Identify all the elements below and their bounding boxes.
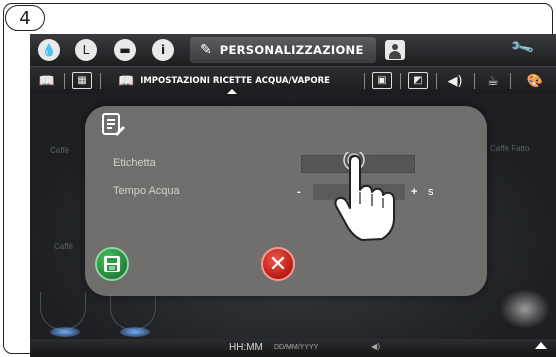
light-flare	[500, 289, 550, 329]
cup-icon[interactable]: ▬	[114, 39, 136, 61]
sub-toolbar: 📖 ▦ 📖 IMPOSTAZIONI RICETTE ACQUA/VAPORE …	[30, 66, 556, 94]
bg-label: Caffè	[54, 242, 73, 251]
bg-label: Caffè Fatto	[490, 144, 530, 153]
cancel-button[interactable]: ✕	[261, 247, 295, 281]
unit-label: s	[428, 186, 434, 198]
book-icon[interactable]: ▦	[72, 72, 92, 89]
separator	[510, 73, 511, 89]
speaker-icon[interactable]: ◀)	[444, 72, 466, 90]
time-display: HH:MM	[229, 342, 263, 353]
tab-personalizzazione[interactable]: ✎ PERSONALIZZAZIONE	[190, 37, 376, 63]
separator	[100, 73, 101, 89]
glow-light	[50, 327, 80, 337]
coffee-pot-icon[interactable]: ☕	[482, 72, 504, 90]
hand-pointer-icon	[334, 152, 395, 241]
etichetta-label: Etichetta	[113, 157, 156, 169]
status-bar: HH:MM DD/MM/YYYY ◀)	[30, 339, 556, 357]
screen-icon[interactable]: ◩	[408, 72, 428, 89]
cup-icon	[40, 292, 86, 330]
cup-icon	[110, 292, 156, 330]
cancel-icon: ✕	[268, 251, 288, 277]
user-icon[interactable]	[385, 40, 405, 60]
top-tab-bar: 💧 L ▬ i ✎ PERSONALIZZAZIONE 🔧	[30, 34, 556, 66]
separator	[400, 73, 401, 89]
picture-icon[interactable]: ▣	[372, 72, 392, 89]
decrement-button[interactable]: -	[297, 186, 301, 198]
water-drop-icon[interactable]: 💧	[38, 39, 60, 61]
arrow-up-icon[interactable]	[535, 342, 547, 349]
separator	[474, 73, 475, 89]
subtab-label: IMPOSTAZIONI RICETTE ACQUA/VAPORE	[140, 76, 330, 86]
subtab-impostazioni-ricette[interactable]: 📖 IMPOSTAZIONI RICETTE ACQUA/VAPORE	[118, 70, 358, 92]
tempo-acqua-label: Tempo Acqua	[113, 185, 180, 197]
save-icon	[104, 256, 120, 272]
book-icon[interactable]: 📖	[36, 72, 58, 90]
info-icon[interactable]: i	[152, 39, 174, 61]
glow-light	[120, 327, 150, 337]
wrench-icon[interactable]: 🔧	[509, 34, 536, 60]
increment-button[interactable]: +	[411, 186, 417, 198]
speaker-icon[interactable]: ◀)	[371, 342, 380, 351]
separator	[436, 73, 437, 89]
edit-list-icon	[102, 113, 125, 136]
machine-screen: 💧 L ▬ i ✎ PERSONALIZZAZIONE 🔧 📖 ▦ 📖 IMPO…	[30, 34, 556, 357]
recipe-settings-dialog: Etichetta Tempo Acqua - + s ✕	[85, 106, 487, 296]
separator	[64, 73, 65, 89]
date-display: DD/MM/YYYY	[274, 344, 319, 351]
separator	[364, 73, 365, 89]
pencil-icon: ✎	[200, 42, 212, 58]
tab-label: PERSONALIZZAZIONE	[219, 43, 364, 57]
save-button[interactable]	[95, 247, 129, 281]
palette-icon[interactable]: 🎨	[524, 72, 546, 90]
step-badge: 4	[5, 5, 45, 31]
book-icon: 📖	[118, 73, 135, 89]
bg-label: Caffè	[50, 146, 69, 155]
clock-icon[interactable]: L	[75, 39, 97, 61]
